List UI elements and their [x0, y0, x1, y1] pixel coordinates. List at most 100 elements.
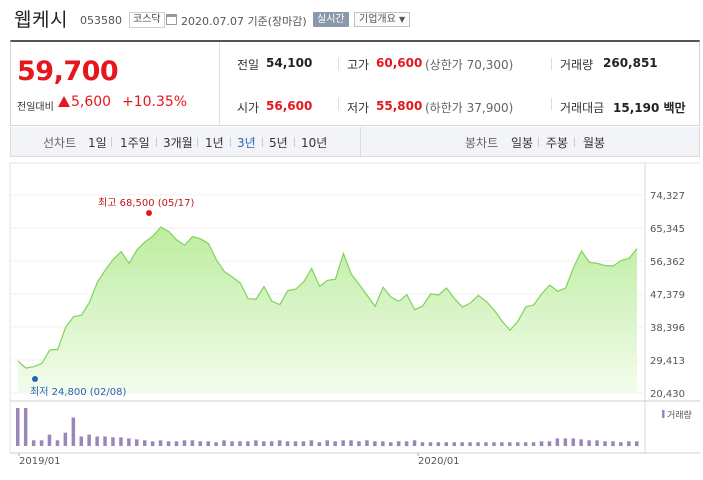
- volume-bar: [603, 441, 607, 447]
- volume-bar: [444, 442, 448, 446]
- period-1w[interactable]: 1주일: [120, 134, 150, 151]
- volume-bar: [143, 440, 147, 446]
- candle-daily[interactable]: 일봉: [511, 134, 533, 151]
- price-current-panel: 59,700 전일대비 5,600 +10.35%: [11, 42, 220, 126]
- y-tick-label: 20,430: [650, 389, 685, 400]
- volume-bar: [333, 441, 337, 447]
- volume-bar: [587, 440, 591, 446]
- chart-svg: 74,327 65,345 56,362 47,379 38,396 29,413 20,4…: [9, 162, 700, 467]
- low-label: 저가: [347, 101, 370, 115]
- y-tick-label: 74,327: [650, 191, 685, 202]
- volume-bar: [230, 441, 234, 447]
- volume-bar: [539, 441, 544, 447]
- change-percent: +10.35%: [122, 94, 188, 110]
- volume-bar: [555, 438, 560, 446]
- volume-bar: [579, 439, 583, 446]
- volume-legend-swatch: [662, 410, 665, 418]
- volume-bar: [79, 436, 83, 446]
- volume-bar: [103, 436, 107, 446]
- volume-bar: [635, 441, 639, 447]
- volume-bar: [357, 441, 361, 447]
- period-5y[interactable]: 5년: [269, 134, 288, 151]
- volume-bar: [238, 441, 242, 447]
- prev-value: 54,100: [266, 56, 313, 70]
- volume-bar: [285, 441, 290, 447]
- market-badge: 코스닥: [129, 12, 165, 28]
- period-1y[interactable]: 1년: [205, 134, 224, 151]
- volume-bar: [595, 440, 599, 446]
- volume-bar: [198, 441, 202, 447]
- candle-monthly[interactable]: 월봉: [583, 134, 605, 151]
- volume-bar: [214, 442, 218, 446]
- realtime-button[interactable]: 실시간: [313, 12, 349, 27]
- basis-text: 기준(장마감): [247, 15, 307, 28]
- volume-bar: [293, 441, 298, 447]
- period-10y[interactable]: 10년: [301, 134, 327, 151]
- separator: [230, 137, 231, 147]
- stock-code: 053580: [80, 14, 122, 27]
- volume-bar: [55, 440, 60, 446]
- change-label: 전일대비: [17, 102, 54, 113]
- volume-bar: [492, 442, 496, 446]
- chevron-down-icon: ▼: [399, 15, 406, 24]
- period-1d[interactable]: 1일: [88, 134, 107, 151]
- volume-bar: [381, 441, 385, 447]
- amount-value: 15,190 백만: [613, 99, 686, 116]
- separator: [574, 137, 575, 147]
- volume-bar: [452, 442, 456, 446]
- volume-bar: [500, 442, 504, 446]
- divider: [551, 58, 552, 70]
- volume-bar: [341, 440, 345, 446]
- volume-bar: [404, 441, 409, 447]
- y-tick-label: 65,345: [650, 224, 685, 235]
- volume-bar: [262, 441, 266, 447]
- separator: [294, 137, 295, 147]
- open-label: 시가: [237, 101, 260, 115]
- volume-bar: [135, 439, 139, 446]
- volume-bar: [31, 440, 36, 446]
- volume-bar: [428, 442, 433, 446]
- calendar-icon: [166, 14, 177, 25]
- divider: [360, 127, 361, 157]
- volume-bar: [246, 441, 250, 447]
- volume-bar: [468, 442, 472, 446]
- company-info-button[interactable]: 기업개요 ▼: [354, 12, 411, 27]
- volume-bar: [508, 442, 512, 446]
- price-chart: 74,327 65,345 56,362 47,379 38,396 29,413 20,4…: [0, 157, 703, 480]
- x-tick-label: 2020/01: [418, 456, 460, 467]
- volume-bar: [16, 408, 20, 446]
- company-info-label: 기업개요: [359, 14, 396, 25]
- volume-bar: [349, 440, 353, 446]
- period-3y[interactable]: 3년: [237, 134, 256, 151]
- volume-bar: [254, 440, 258, 446]
- volume-legend-label: 거래량: [667, 409, 692, 421]
- candle-chart-label: 봉차트: [465, 136, 499, 150]
- volume-bar: [269, 441, 274, 447]
- volume-bar: [484, 442, 488, 446]
- volume-bar: [365, 440, 369, 446]
- volume-bar: [325, 440, 329, 446]
- change-value: 5,600: [71, 94, 112, 110]
- separator: [111, 137, 112, 147]
- open-value: 56,600: [266, 99, 313, 113]
- period-bar: 선차트 1일 1주일 3개월 1년 3년 5년 10년 봉차트 일봉 주봉 월봉: [10, 127, 700, 157]
- stock-header: 웹케시 053580 코스닥 2020.07.07 기준(장마감) 실시간 기업…: [0, 0, 703, 40]
- amount-label: 거래대금: [560, 101, 605, 115]
- volume-bar: [476, 442, 480, 446]
- candle-weekly[interactable]: 주봉: [546, 134, 568, 151]
- amount-number: 15,190: [613, 101, 660, 115]
- volume-bar: [301, 441, 306, 447]
- volume-value: 260,851: [603, 56, 658, 70]
- line-chart-label: 선차트: [43, 136, 77, 150]
- divider: [551, 98, 552, 110]
- volume-bar: [206, 441, 210, 447]
- separator: [538, 137, 539, 147]
- volume-bar: [182, 440, 187, 446]
- period-3m[interactable]: 3개월: [163, 134, 193, 151]
- volume-bar: [87, 434, 91, 446]
- volume-label: 거래량: [560, 58, 594, 72]
- volume-bar: [389, 442, 393, 446]
- volume-bar: [571, 438, 575, 446]
- volume-bar: [611, 441, 615, 447]
- volume-bar: [222, 440, 226, 446]
